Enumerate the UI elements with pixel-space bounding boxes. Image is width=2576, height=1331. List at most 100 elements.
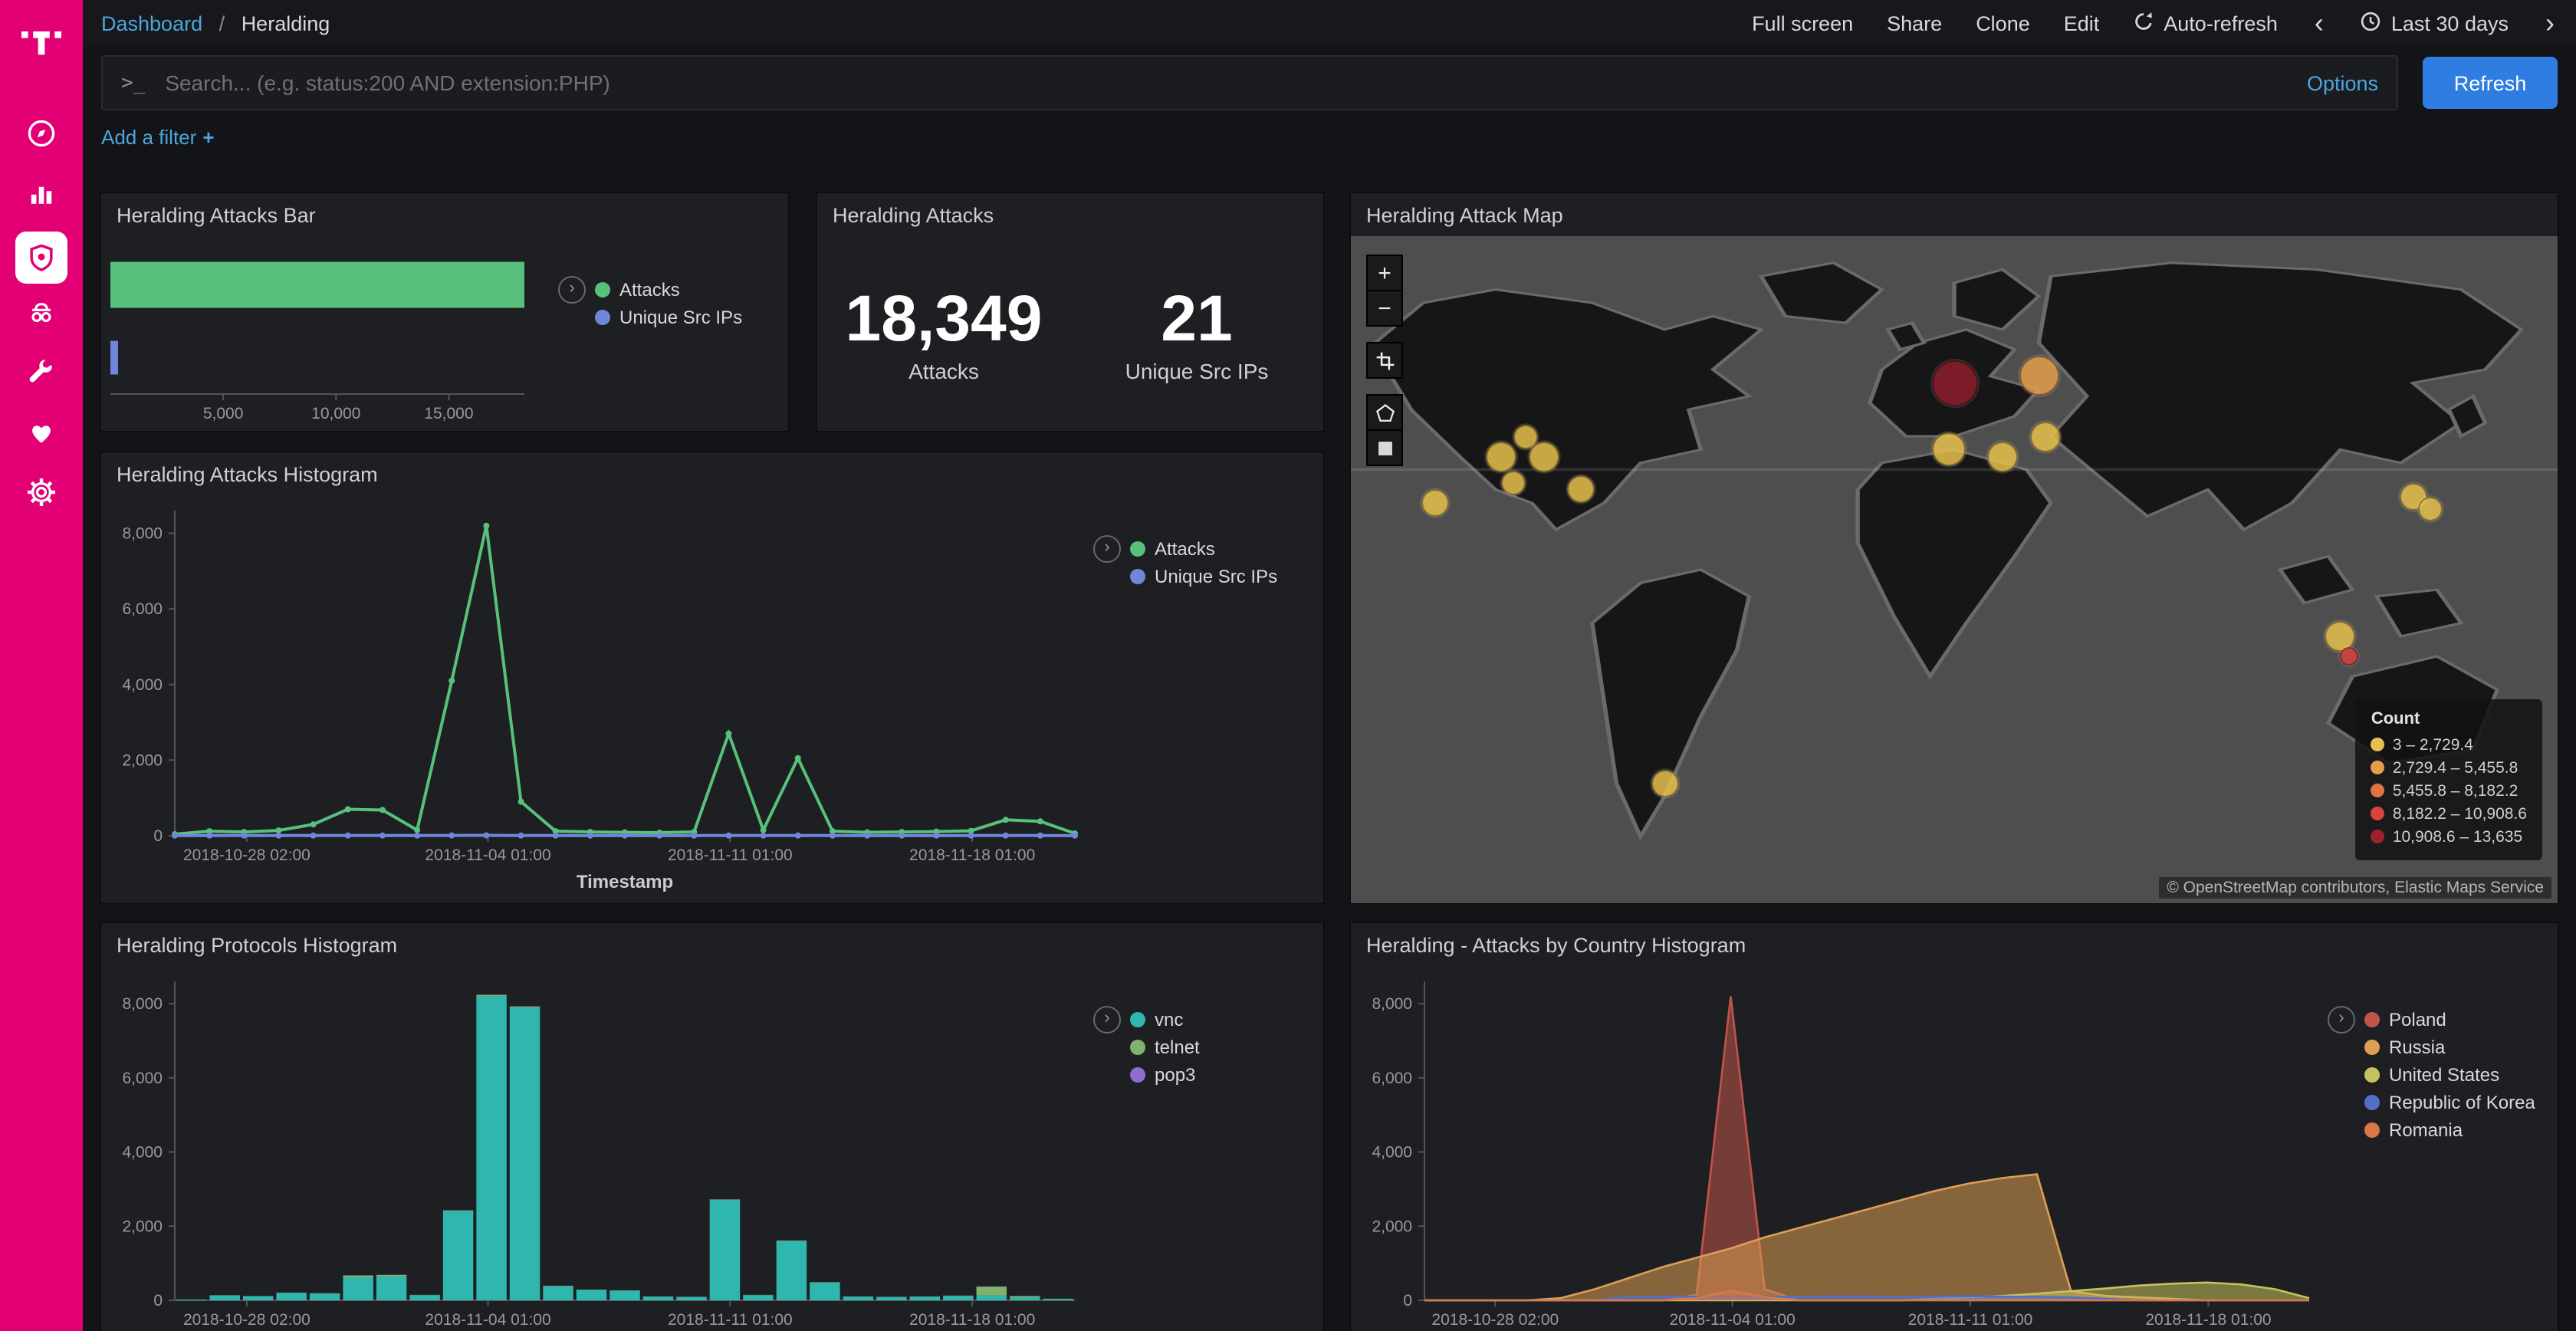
bar <box>110 262 524 308</box>
map-point[interactable] <box>1651 769 1678 797</box>
attack-map[interactable]: + − <box>1351 236 2558 903</box>
clone-button[interactable]: Clone <box>1976 12 2030 35</box>
legend-label: Attacks <box>1155 538 1215 560</box>
sidebar-item-7[interactable] <box>0 466 83 526</box>
map-point[interactable] <box>2419 498 2443 522</box>
legend-item[interactable]: Russia <box>2364 1034 2535 1061</box>
draw-polygon-button[interactable] <box>1366 394 1403 431</box>
country-histogram-chart[interactable]: 02,0004,0006,0008,0002018-10-28 02:00201… <box>1351 966 2328 1331</box>
legend-item[interactable]: telnet <box>1130 1034 1200 1061</box>
panel-heralding-attacks: Heralding Attacks 18,349 Attacks 21 Uniq… <box>817 193 1323 431</box>
panel-attacks-by-country-histogram: Heralding - Attacks by Country Histogram… <box>1351 923 2558 1331</box>
refresh-button[interactable]: Refresh <box>2423 57 2558 109</box>
options-link[interactable]: Options <box>2307 71 2378 94</box>
bar-segment <box>543 1287 573 1300</box>
sidebar-item-6[interactable] <box>0 406 83 466</box>
map-legend-item: 10,908.6 – 13,635 <box>2371 825 2527 848</box>
metric-label: Unique Src IPs <box>1070 358 1323 383</box>
map-point[interactable] <box>1421 489 1449 517</box>
map-point[interactable] <box>1931 360 1977 406</box>
bar-segment <box>843 1296 873 1300</box>
legend-toggle-icon[interactable]: › <box>2328 1006 2355 1034</box>
series-point <box>864 833 870 839</box>
sidebar-item-4[interactable] <box>0 287 83 347</box>
protocols-histogram-chart[interactable]: 02,0004,0006,0008,0002018-10-28 02:00201… <box>101 966 1093 1331</box>
series-point <box>310 833 317 839</box>
bar-segment <box>476 995 506 997</box>
y-axis-tick-label: 2,000 <box>1372 1218 1412 1235</box>
legend-item[interactable]: Unique Src IPs <box>595 304 742 331</box>
x-axis-tick-label: 2018-11-04 01:00 <box>1669 1311 1795 1329</box>
legend-label: 5,455.8 – 8,182.2 <box>2393 781 2518 800</box>
legend-item[interactable]: vnc <box>1130 1006 1200 1034</box>
panel-title: Heralding Attacks <box>817 193 1323 236</box>
map-point[interactable] <box>1987 441 2018 472</box>
time-range-button[interactable]: Last 30 days <box>2361 10 2509 36</box>
x-axis-tick-label: 2018-11-18 01:00 <box>909 1311 1035 1329</box>
zoom-in-button[interactable]: + <box>1366 255 1403 291</box>
legend-dot <box>1130 1067 1145 1083</box>
map-point[interactable] <box>1487 441 1517 472</box>
map-point[interactable] <box>2019 357 2058 396</box>
sidebar-item-5[interactable] <box>0 347 83 406</box>
zoom-out-button[interactable]: − <box>1366 290 1403 327</box>
search-bar[interactable]: >_ Options <box>101 55 2398 110</box>
legend-toggle-icon[interactable]: › <box>1093 1006 1121 1034</box>
telekom-logo[interactable] <box>0 0 83 83</box>
auto-refresh-button[interactable]: Auto-refresh <box>2133 10 2278 36</box>
legend-item[interactable]: Unique Src IPs <box>1130 563 1277 590</box>
y-axis-tick-label: 6,000 <box>1372 1070 1412 1087</box>
legend-item[interactable]: Attacks <box>595 276 742 304</box>
legend-item[interactable]: Republic of Korea <box>2364 1089 2535 1116</box>
map-point[interactable] <box>1566 476 1594 504</box>
bar <box>110 341 118 375</box>
fullscreen-button[interactable]: Full screen <box>1752 12 1853 35</box>
draw-rect-button[interactable] <box>1366 429 1403 466</box>
x-axis-tick-label: 2018-11-11 01:00 <box>668 846 793 864</box>
legend-item[interactable]: United States <box>2364 1061 2535 1089</box>
bar-segment <box>243 1296 273 1300</box>
breadcrumb-dashboard-link[interactable]: Dashboard <box>101 12 202 35</box>
map-point[interactable] <box>1931 432 1965 466</box>
map-legend-title: Count <box>2371 710 2527 728</box>
legend-toggle-icon[interactable]: › <box>1093 535 1121 563</box>
attacks-histogram-chart[interactable]: 02,0004,0006,0008,0002018-10-28 02:00201… <box>101 495 1093 903</box>
sidebar-item-3-active[interactable] <box>0 227 83 287</box>
map-legend-item: 2,729.4 – 5,455.8 <box>2371 756 2527 779</box>
legend-item[interactable]: Attacks <box>1130 535 1277 563</box>
metric-attacks: 18,349 Attacks <box>817 284 1070 383</box>
time-back-chevron[interactable]: ‹ <box>2312 9 2327 37</box>
legend-toggle-icon[interactable]: › <box>558 276 586 304</box>
shield-icon <box>15 231 67 283</box>
legend-item[interactable]: pop3 <box>1130 1061 1200 1089</box>
panel-title: Heralding - Attacks by Country Histogram <box>1351 923 2558 966</box>
search-input[interactable] <box>162 69 2292 97</box>
edit-button[interactable]: Edit <box>2064 12 2100 35</box>
breadcrumb-current: Heralding <box>242 12 330 35</box>
map-point[interactable] <box>2340 647 2358 666</box>
time-forward-chevron[interactable]: › <box>2542 9 2558 37</box>
add-filter-link[interactable]: Add a filter+ <box>101 126 215 149</box>
share-button[interactable]: Share <box>1887 12 1942 35</box>
map-point[interactable] <box>2029 421 2060 452</box>
legend-label: Republic of Korea <box>2389 1092 2535 1113</box>
legend-item[interactable]: Romania <box>2364 1116 2535 1144</box>
map-point[interactable] <box>1529 441 1559 472</box>
x-axis-tick-label: 2018-10-28 02:00 <box>183 1311 310 1329</box>
y-axis-tick-label: 0 <box>153 827 163 845</box>
sidebar-item-1[interactable] <box>0 107 83 167</box>
legend-label: Russia <box>2389 1037 2445 1058</box>
legend-item[interactable]: Poland <box>2364 1006 2535 1034</box>
series-point <box>449 678 455 684</box>
series-point <box>172 833 178 839</box>
nav-actions: Full screen Share Clone Edit Auto-refres… <box>1752 9 2558 37</box>
bar-segment <box>810 1283 840 1300</box>
sidebar-item-2[interactable] <box>0 167 83 227</box>
fit-bounds-button[interactable] <box>1366 342 1403 379</box>
bar-segment <box>1043 1299 1073 1300</box>
map-point[interactable] <box>1501 471 1526 495</box>
bar-segment <box>310 1293 340 1300</box>
legend: Attacks Unique Src IPs <box>1130 535 1277 590</box>
series-point <box>380 807 386 813</box>
attacks-bar-chart[interactable]: 5,00010,00015,000 <box>101 236 558 431</box>
